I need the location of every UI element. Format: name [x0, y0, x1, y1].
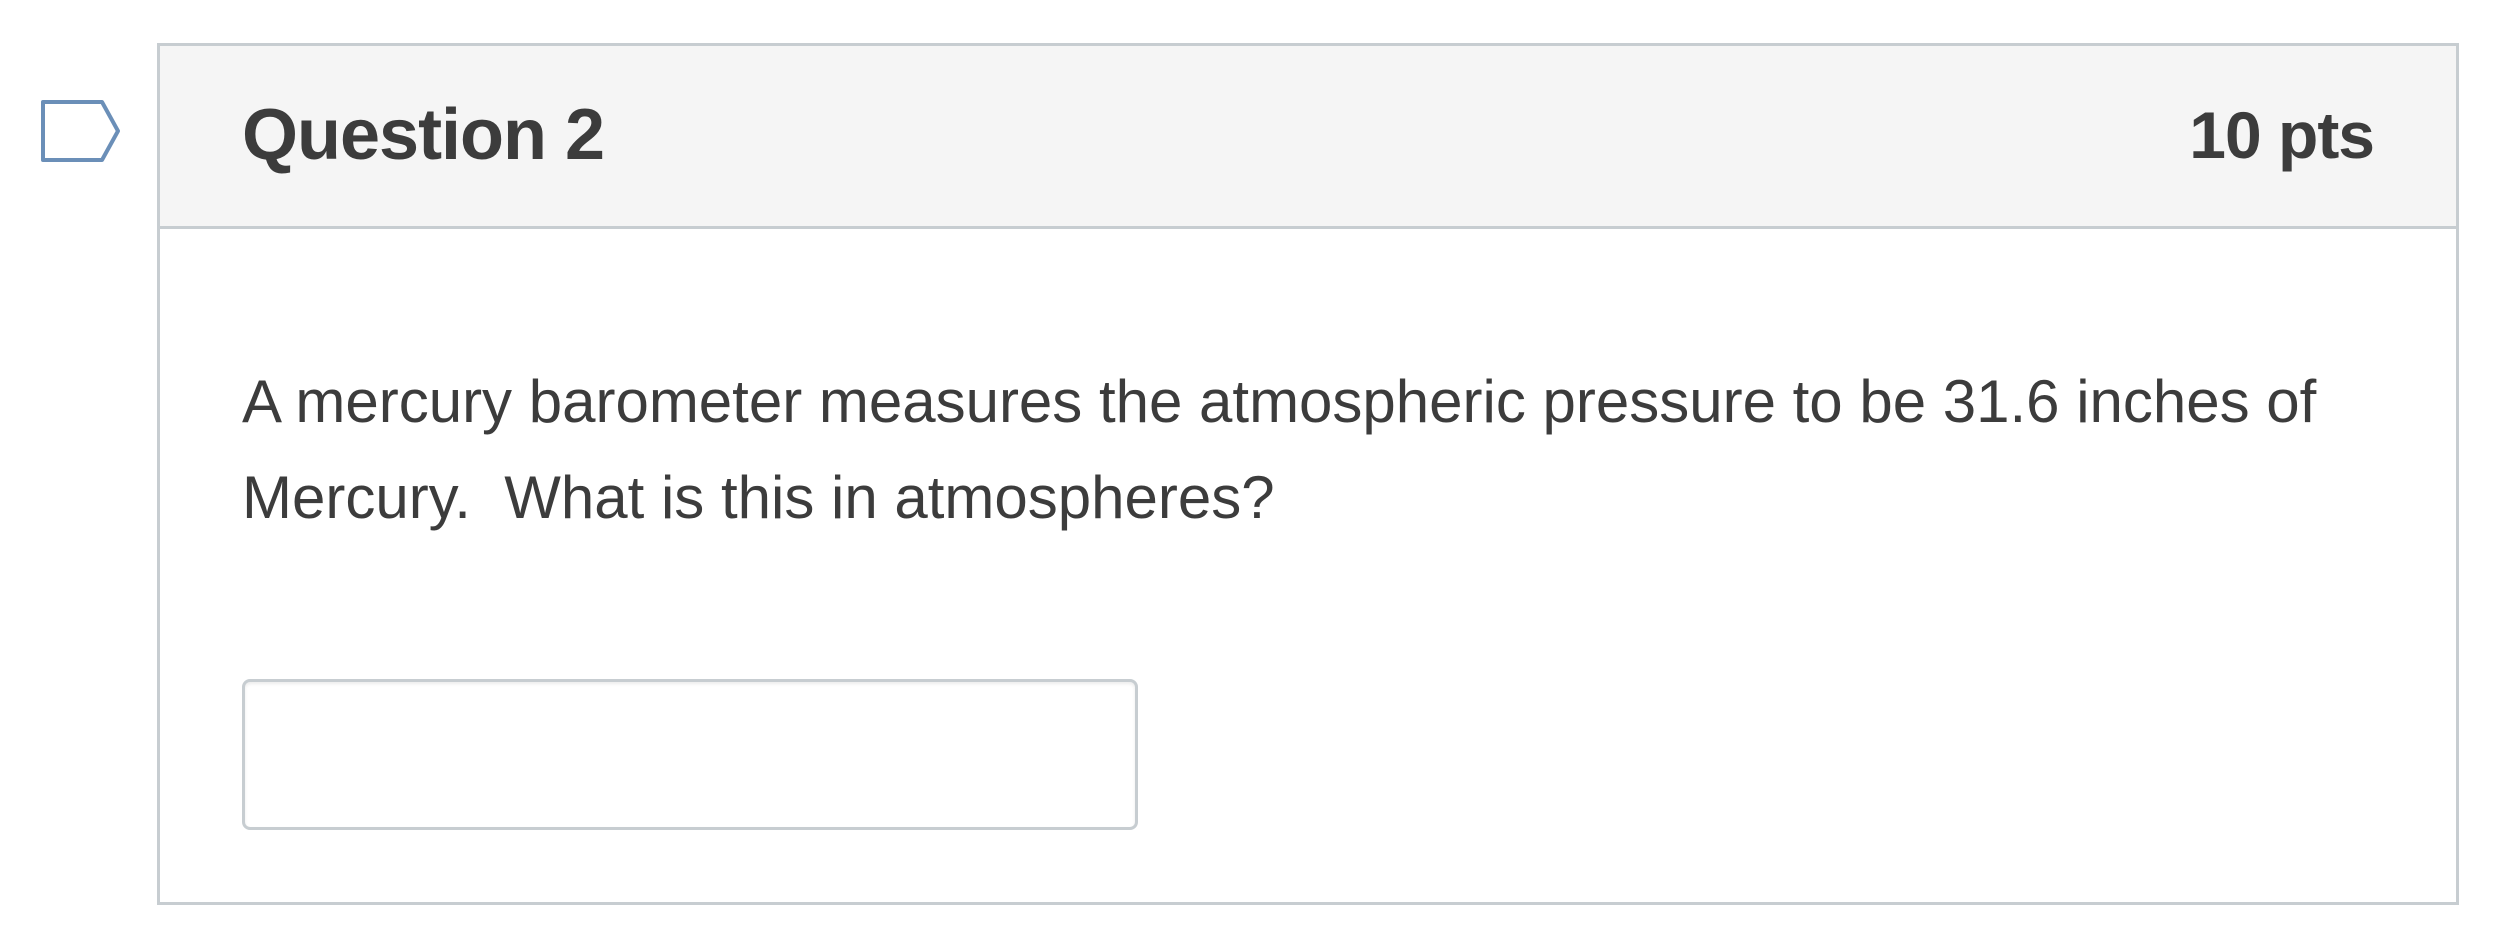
- question-text: A mercury barometer measures the atmosph…: [242, 368, 2334, 531]
- answer-input[interactable]: [242, 679, 1138, 830]
- question-card: Question 2 10 pts A mercury barometer me…: [157, 43, 2459, 905]
- question-points: 10 pts: [2189, 98, 2375, 172]
- question-title: Question 2: [242, 95, 605, 175]
- flag-question-icon[interactable]: [40, 99, 122, 163]
- question-header: Question 2 10 pts: [160, 46, 2456, 229]
